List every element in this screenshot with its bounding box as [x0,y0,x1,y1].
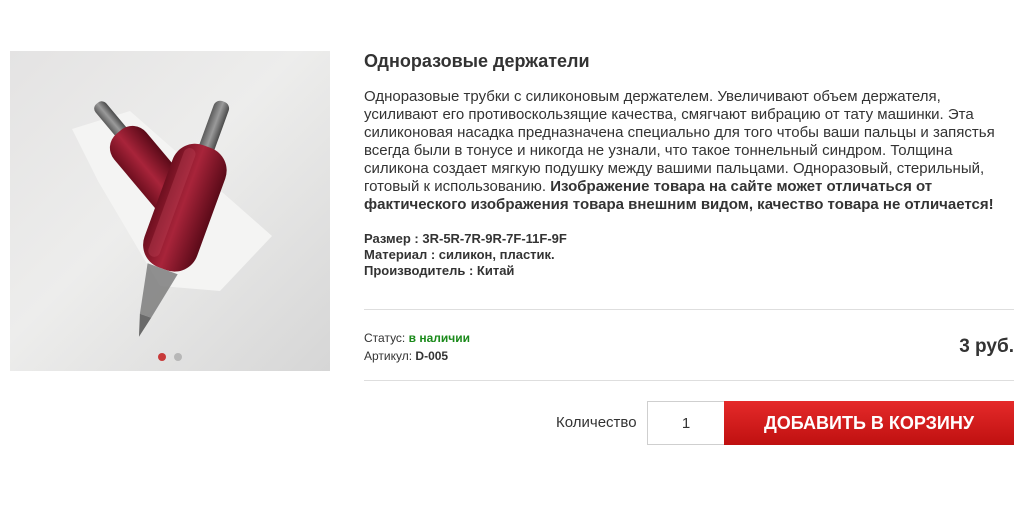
gallery-dot-2[interactable] [174,353,182,361]
product-properties: Размер : 3R-5R-7R-9R-7F-11F-9F Материал … [364,231,567,279]
product-description: Одноразовые трубки с силиконовым держате… [364,88,1014,214]
product-price: 3 руб. [959,336,1014,357]
property-material: Материал : силикон, пластик. [364,247,555,262]
sku-label: Артикул: [364,349,413,363]
status-label: Статус: [364,331,406,345]
divider-bottom [364,380,1014,381]
product-image [72,100,272,337]
add-to-cart-button[interactable]: ДОБАВИТЬ В КОРЗИНУ [724,401,1014,445]
quantity-input[interactable] [647,401,724,445]
divider-top [364,309,1014,310]
gallery-pagination [10,353,330,361]
product-title: Одноразовые держатели [364,51,590,71]
gallery-dot-1[interactable] [158,353,166,361]
sku-value: D-005 [415,349,449,363]
property-manufacturer: Производитель : Китай [364,263,515,278]
product-image-gallery[interactable] [10,51,330,371]
quantity-label: Количество [556,414,637,431]
status-badge: в наличии [408,331,470,345]
property-size: Размер : 3R-5R-7R-9R-7F-11F-9F [364,231,567,246]
stock-status-block: Статус: в наличии Артикул: D-005 [364,329,470,365]
